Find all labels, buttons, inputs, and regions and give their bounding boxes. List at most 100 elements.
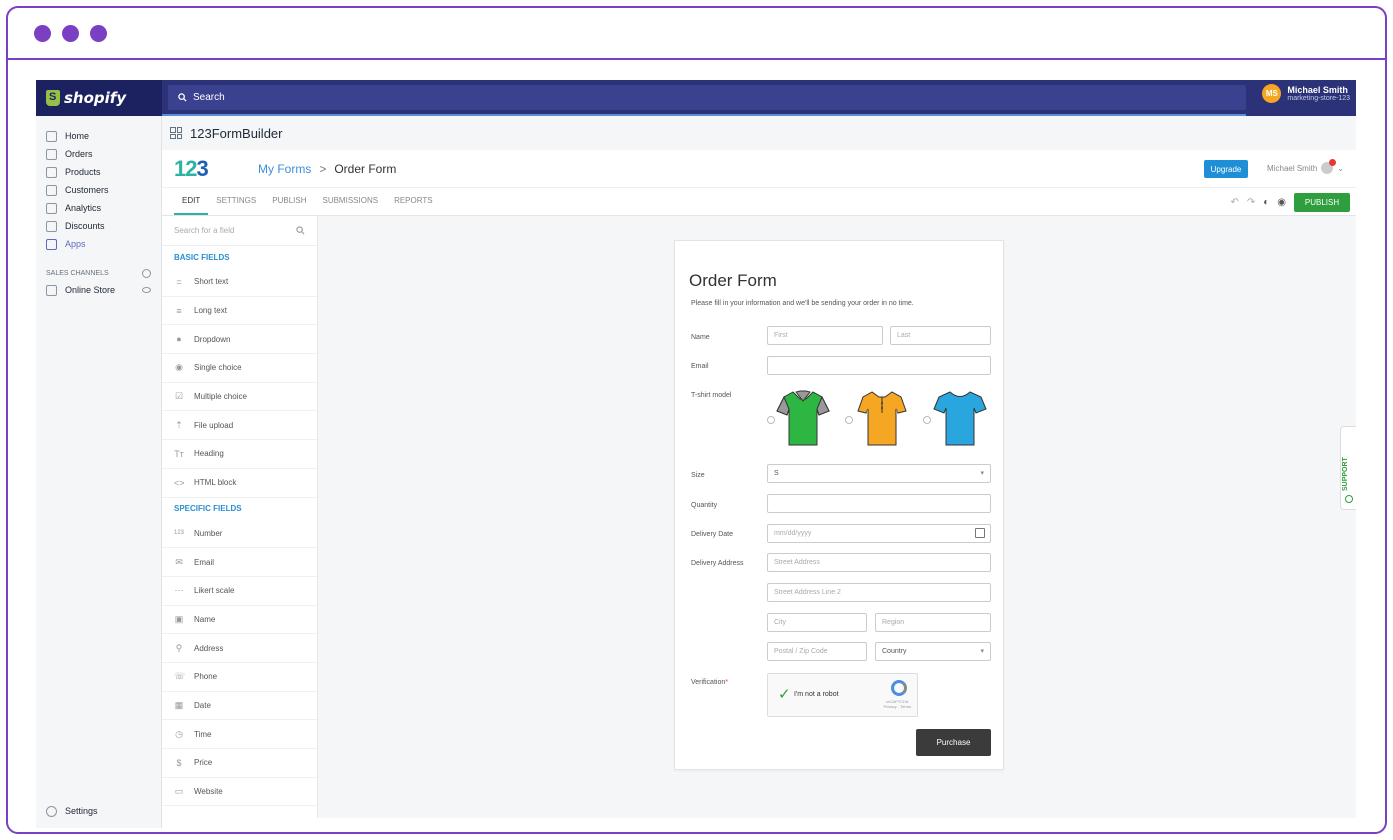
field-date[interactable]: ▦ Date [162, 692, 317, 721]
email-input[interactable] [767, 356, 991, 375]
field-single-choice[interactable]: ◉ Single choice [162, 354, 317, 383]
purchase-button[interactable]: Purchase [916, 729, 991, 756]
store-name: marketing-store-123 [1287, 94, 1350, 102]
sidebar-item-analytics[interactable]: Analytics [36, 199, 161, 217]
sidebar-item-online-store[interactable]: Online Store [36, 281, 161, 299]
tshirt-radio-blue[interactable] [923, 416, 931, 424]
field-email[interactable]: ✉ Email [162, 548, 317, 577]
tab-reports[interactable]: REPORTS [386, 188, 441, 215]
tshirt-radio-orange[interactable] [845, 416, 853, 424]
sidebar-item-orders[interactable]: Orders [36, 145, 161, 163]
view-store-icon[interactable] [142, 287, 151, 293]
chevron-down-icon: ▾ [980, 470, 984, 477]
field-short-text[interactable]: = Short text [162, 268, 317, 297]
sidebar-item-settings[interactable]: Settings [36, 802, 98, 820]
city-input[interactable]: City [767, 613, 867, 632]
user-menu[interactable]: MS Michael Smith marketing-store-123 [1262, 84, 1350, 103]
notification-icon[interactable] [1321, 159, 1337, 174]
calendar-icon[interactable] [975, 528, 985, 538]
tab-settings[interactable]: SETTINGS [208, 188, 264, 215]
street-address-input[interactable]: Street Address [767, 553, 991, 572]
field-dropdown[interactable]: ● Dropdown [162, 325, 317, 355]
window-dot-icon[interactable] [34, 24, 51, 42]
clock-icon: ◷ [175, 728, 183, 739]
bar-chart-icon [46, 202, 57, 214]
quantity-input[interactable] [767, 494, 991, 513]
field-number[interactable]: 123 Number [162, 520, 317, 549]
verification-label: Verification* [691, 679, 728, 686]
blue-shirt-icon [933, 391, 987, 446]
first-name-input[interactable]: First [767, 326, 883, 345]
last-name-input[interactable]: Last [890, 326, 991, 345]
search-input[interactable]: Search [168, 85, 1246, 110]
form-description[interactable]: Please fill in your information and we'l… [691, 300, 914, 307]
formbuilder-tabs: EDIT SETTINGS PUBLISH SUBMISSIONS REPORT… [162, 188, 1356, 216]
size-label: Size [691, 472, 705, 479]
shopify-wordmark: shopify [64, 89, 127, 107]
form-preview[interactable]: Order Form Please fill in your informati… [674, 240, 1004, 770]
field-address[interactable]: ⚲ Address [162, 634, 317, 663]
field-heading[interactable]: Tт Heading [162, 440, 317, 469]
dropdown-icon: ● [176, 334, 182, 345]
zip-code-input[interactable]: Postal / Zip Code [767, 642, 867, 661]
recaptcha-widget[interactable]: ✓ I'm not a robot reCAPTCHA Privacy - Ter… [767, 673, 918, 717]
sidebar-item-apps[interactable]: Apps [36, 235, 161, 253]
palette-icon[interactable]: ◐ [1263, 197, 1269, 208]
orange-shirt-icon [857, 391, 907, 446]
dollar-icon: $ [176, 757, 182, 768]
checkbox-icon: ☑ [174, 391, 184, 402]
sidebar-item-products[interactable]: Products [36, 163, 161, 181]
add-channel-icon[interactable] [142, 268, 151, 278]
street-address-line2-input[interactable]: Street Address Line 2 [767, 583, 991, 602]
formbuilder-user-menu[interactable]: Michael Smith ⌄ [1267, 159, 1344, 174]
required-mark: * [725, 679, 728, 686]
field-html-block[interactable]: <> HTML block [162, 469, 317, 498]
recaptcha-text: reCAPTCHA Privacy - Terms [883, 699, 911, 709]
name-label: Name [691, 334, 710, 341]
field-website[interactable]: ▭ Website [162, 778, 317, 807]
field-phone[interactable]: ☏ Phone [162, 663, 317, 692]
tab-submissions[interactable]: SUBMISSIONS [314, 188, 386, 215]
field-multiple-choice[interactable]: ☑ Multiple choice [162, 383, 317, 412]
tab-publish[interactable]: PUBLISH [264, 188, 314, 215]
tab-edit[interactable]: EDIT [174, 188, 209, 215]
notification-badge [1329, 159, 1337, 166]
sidebar-item-home[interactable]: Home [36, 127, 161, 145]
sidebar-item-customers[interactable]: Customers [36, 181, 161, 199]
map-pin-icon: ⚲ [175, 642, 183, 653]
captcha-label: I'm not a robot [794, 691, 839, 698]
upgrade-button[interactable]: Upgrade [1204, 160, 1248, 178]
redo-icon[interactable]: ↷ [1247, 197, 1255, 208]
region-input[interactable]: Region [875, 613, 991, 632]
id-card-icon: ▣ [174, 613, 184, 624]
field-search-placeholder: Search for a field [174, 226, 235, 235]
app-header: 123FormBuilder [162, 116, 1356, 150]
window-titlebar [8, 8, 1385, 60]
field-name[interactable]: ▣ Name [162, 606, 317, 635]
field-search-input[interactable]: Search for a field [162, 216, 317, 246]
field-time[interactable]: ◷ Time [162, 720, 317, 749]
country-select[interactable]: Country ▾ [875, 642, 991, 661]
tshirt-radio-green[interactable] [767, 416, 775, 424]
form-title[interactable]: Order Form [689, 271, 777, 291]
preview-eye-icon[interactable]: ◉ [1277, 197, 1286, 208]
delivery-date-input[interactable]: mm/dd/yyyy [767, 524, 991, 543]
field-long-text[interactable]: ≡ Long text [162, 297, 317, 326]
field-file-upload[interactable]: ⇡ File upload [162, 411, 317, 441]
window-dot-icon[interactable] [62, 24, 79, 42]
store-icon [46, 284, 57, 296]
size-select[interactable]: S ▾ [767, 464, 991, 483]
likert-icon: ⋯ [174, 585, 184, 596]
support-tab[interactable]: SUPPORT [1340, 426, 1356, 510]
sidebar-item-discounts[interactable]: Discounts [36, 217, 161, 235]
shopify-brand[interactable]: shopify [36, 80, 162, 116]
breadcrumb-my-forms[interactable]: My Forms [258, 162, 311, 176]
publish-button[interactable]: PUBLISH [1294, 193, 1350, 212]
window-dot-icon[interactable] [90, 24, 107, 42]
undo-icon[interactable]: ↶ [1230, 197, 1238, 208]
sales-channels-header: SALES CHANNELS [36, 265, 161, 281]
field-likert-scale[interactable]: ⋯ Likert scale [162, 577, 317, 606]
formbuilder-logo[interactable]: 123 [174, 156, 244, 182]
field-price[interactable]: $ Price [162, 749, 317, 778]
checkmark-icon[interactable]: ✓ [778, 685, 791, 703]
